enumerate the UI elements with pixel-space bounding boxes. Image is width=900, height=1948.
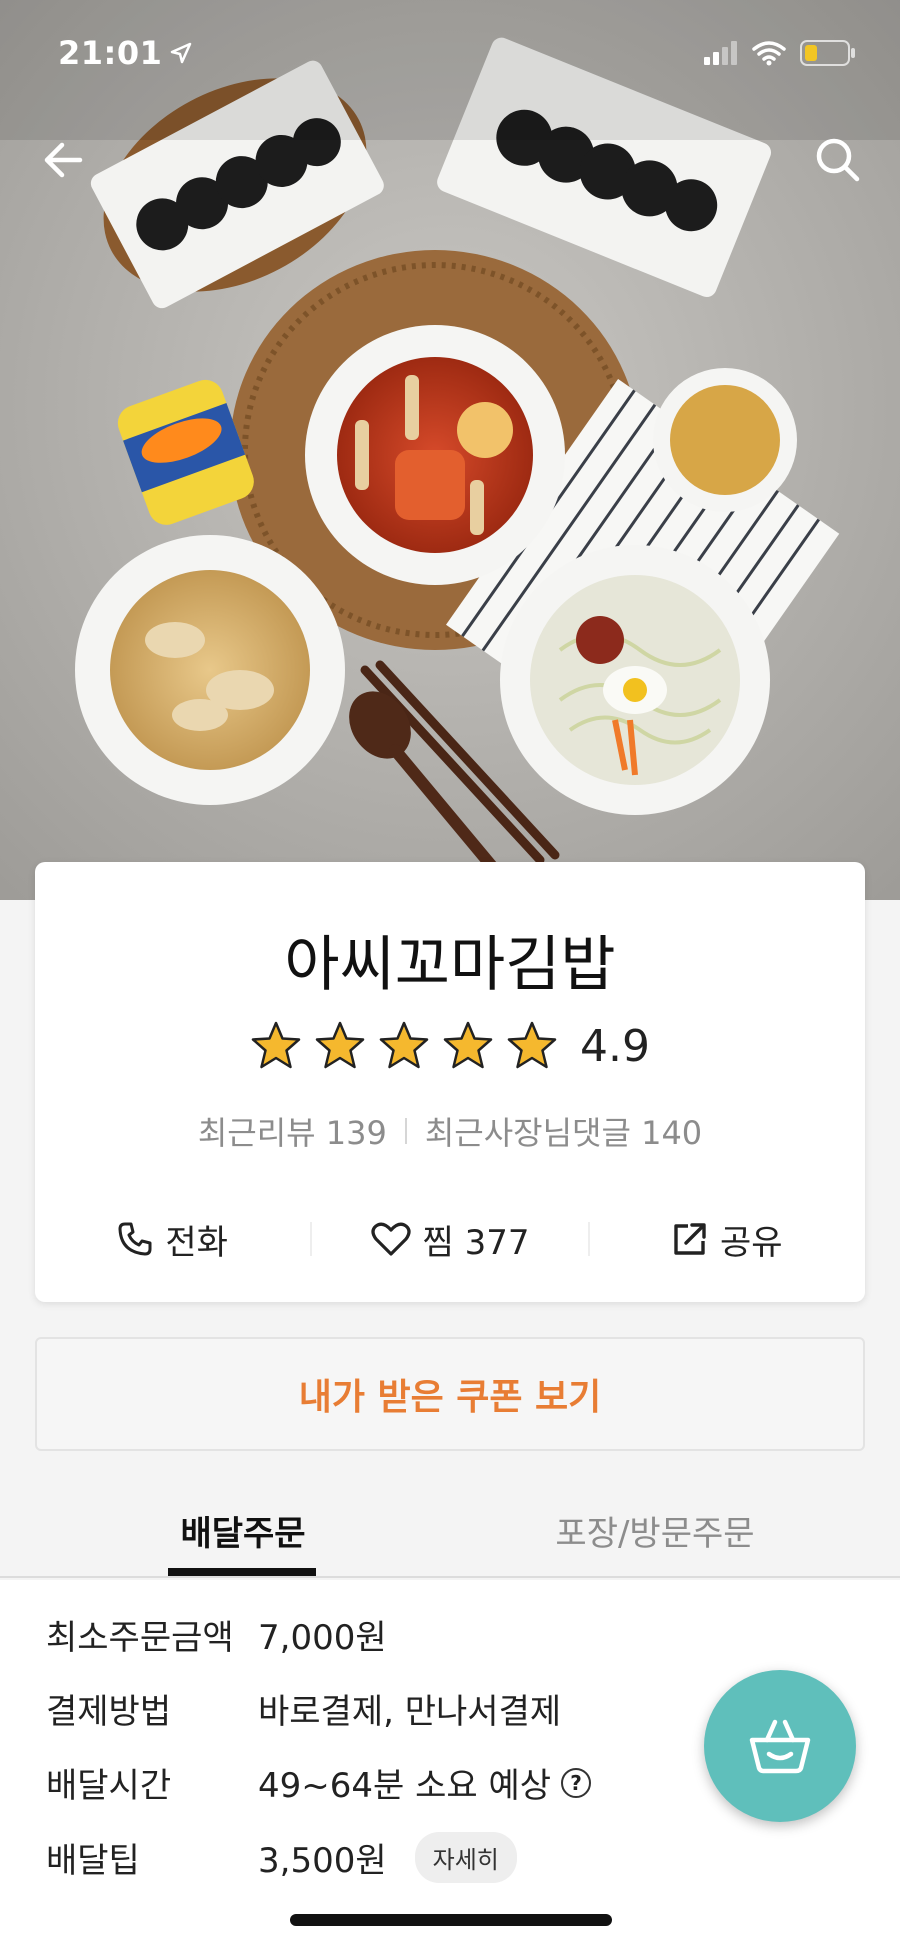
cart-button[interactable] [704, 1670, 856, 1822]
share-label: 공유 [720, 1222, 783, 1263]
star-icon [315, 1021, 365, 1069]
battery-icon [800, 40, 855, 66]
phone-icon [118, 1222, 152, 1256]
cellular-signal-icon [704, 41, 737, 65]
detail-value-wrap: 3,500원 자세히 [258, 1832, 517, 1883]
wifi-icon [752, 41, 786, 66]
star-icon [379, 1021, 429, 1069]
detail-row-min-order: 최소주문금액 7,000원 [46, 1610, 387, 1659]
detail-label: 최소주문금액 [46, 1618, 234, 1658]
tab-delivery[interactable]: 배달주문 [170, 1506, 316, 1555]
call-button[interactable]: 전화 [35, 1215, 310, 1264]
rating-row: 4.9 [35, 1020, 865, 1072]
store-actions: 전화 찜 377 공유 [35, 1204, 865, 1274]
search-icon [816, 138, 860, 182]
active-tab-indicator [168, 1568, 316, 1576]
help-icon[interactable]: ? [561, 1767, 592, 1798]
home-indicator [290, 1914, 612, 1926]
review-counts: 최근리뷰 139 최근사장님댓글 140 [35, 1108, 865, 1154]
detail-label: 배달팁 [46, 1841, 140, 1881]
star-icon [507, 1021, 557, 1069]
back-button[interactable] [36, 132, 92, 188]
detail-row-delivery-time: 배달시간 49~64분 소요 예상 ? [46, 1758, 592, 1807]
favorite-button[interactable]: 찜 377 [312, 1215, 587, 1264]
detail-value: 7,000원 [258, 1618, 387, 1658]
back-arrow-icon [44, 142, 83, 178]
status-indicators [704, 40, 856, 66]
location-arrow-icon [171, 42, 192, 64]
tab-pickup[interactable]: 포장/방문주문 [520, 1506, 790, 1555]
heart-icon [370, 1222, 411, 1256]
search-button[interactable] [810, 132, 866, 188]
detail-value-wrap: 49~64분 소요 예상 ? [258, 1758, 592, 1807]
recent-owner-replies-link[interactable]: 최근사장님댓글 140 [425, 1108, 702, 1154]
star-icon [251, 1021, 301, 1069]
detail-label: 결제방법 [46, 1692, 172, 1732]
call-label: 전화 [165, 1222, 228, 1263]
status-bar: 21:01 [0, 0, 900, 110]
food-photo [0, 0, 900, 900]
detail-value: 49~64분 소요 예상 [258, 1766, 552, 1806]
store-hero-photo: 21:01 [0, 0, 900, 900]
detail-row-delivery-tip: 배달팁 3,500원 자세히 [46, 1832, 517, 1883]
store-info-card: 아씨꼬마김밥 4.9 최근리뷰 139 최근사장님댓글 140 전화 찜 377 [35, 862, 865, 1302]
recent-reviews-link[interactable]: 최근리뷰 139 [198, 1108, 387, 1154]
star-icon [443, 1021, 493, 1069]
detail-value: 바로결제, 만나서결제 [258, 1692, 562, 1732]
share-icon [674, 1223, 706, 1255]
store-name: 아씨꼬마김밥 [284, 930, 616, 1000]
detail-label: 배달시간 [46, 1766, 172, 1806]
view-coupons-button[interactable]: 내가 받은 쿠폰 보기 [35, 1337, 865, 1451]
favorite-label: 찜 377 [422, 1222, 530, 1263]
share-button[interactable]: 공유 [590, 1215, 865, 1264]
status-time-text: 21:01 [58, 34, 163, 72]
divider [404, 1118, 407, 1144]
detail-value: 3,500원 [258, 1841, 387, 1881]
order-type-tabs: 배달주문 포장/방문주문 [0, 1478, 900, 1578]
rating-value: 4.9 [580, 1020, 650, 1072]
shopping-basket-icon [749, 1719, 811, 1774]
tip-details-button[interactable]: 자세히 [414, 1832, 517, 1883]
detail-row-payment: 결제방법 바로결제, 만나서결제 [46, 1684, 561, 1733]
status-time: 21:01 [58, 34, 192, 72]
